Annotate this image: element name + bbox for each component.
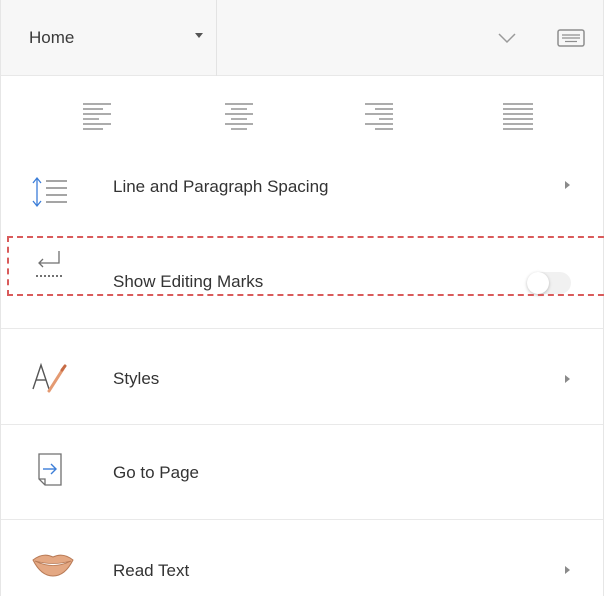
- collapse-ribbon-button[interactable]: [491, 22, 523, 54]
- justify-icon: [503, 103, 533, 130]
- keyboard-icon: [557, 29, 585, 47]
- go-to-page-label: Go to Page: [113, 463, 200, 482]
- line-spacing-label: Line and Paragraph Spacing: [113, 177, 329, 196]
- justify-button[interactable]: [501, 98, 541, 138]
- align-center-icon: [225, 103, 253, 130]
- align-right-button[interactable]: [363, 98, 403, 138]
- align-left-icon: [83, 103, 111, 130]
- toggle-knob: [527, 272, 549, 294]
- go-to-page-icon: [38, 453, 62, 486]
- styles-row[interactable]: Styles: [1, 329, 603, 424]
- align-right-icon: [365, 103, 393, 130]
- line-spacing-row[interactable]: Line and Paragraph Spacing: [1, 158, 603, 232]
- line-spacing-icon: [32, 176, 67, 208]
- chevron-right-icon: [565, 566, 570, 574]
- chevron-right-icon: [565, 375, 570, 383]
- go-to-page-row[interactable]: Go to Page: [1, 425, 603, 519]
- return-arrow-icon: [36, 251, 62, 277]
- lips-icon: [32, 554, 74, 577]
- show-editing-marks-label: Show Editing Marks: [113, 272, 264, 291]
- read-text-label: Read Text: [113, 561, 190, 580]
- read-text-row[interactable]: Read Text: [1, 520, 603, 596]
- show-editing-marks-toggle[interactable]: [527, 272, 571, 294]
- styles-label: Styles: [113, 369, 160, 388]
- ribbon-tab-label: Home: [29, 28, 75, 47]
- ribbon-header: Home: [1, 0, 603, 76]
- styles-icon: [32, 362, 67, 393]
- keyboard-button[interactable]: [553, 22, 589, 54]
- chevron-down-icon: [498, 33, 516, 44]
- dropdown-caret-icon: [195, 33, 203, 38]
- align-left-button[interactable]: [81, 98, 121, 138]
- options-panel: Home Line and Paragraph Spacing Show Edi…: [0, 0, 606, 596]
- alignment-toolbar: [1, 76, 603, 158]
- chevron-right-icon: [565, 181, 570, 189]
- ribbon-tab-dropdown[interactable]: Home: [1, 0, 217, 76]
- align-center-button[interactable]: [223, 98, 263, 138]
- show-editing-marks-row[interactable]: Show Editing Marks: [1, 236, 603, 296]
